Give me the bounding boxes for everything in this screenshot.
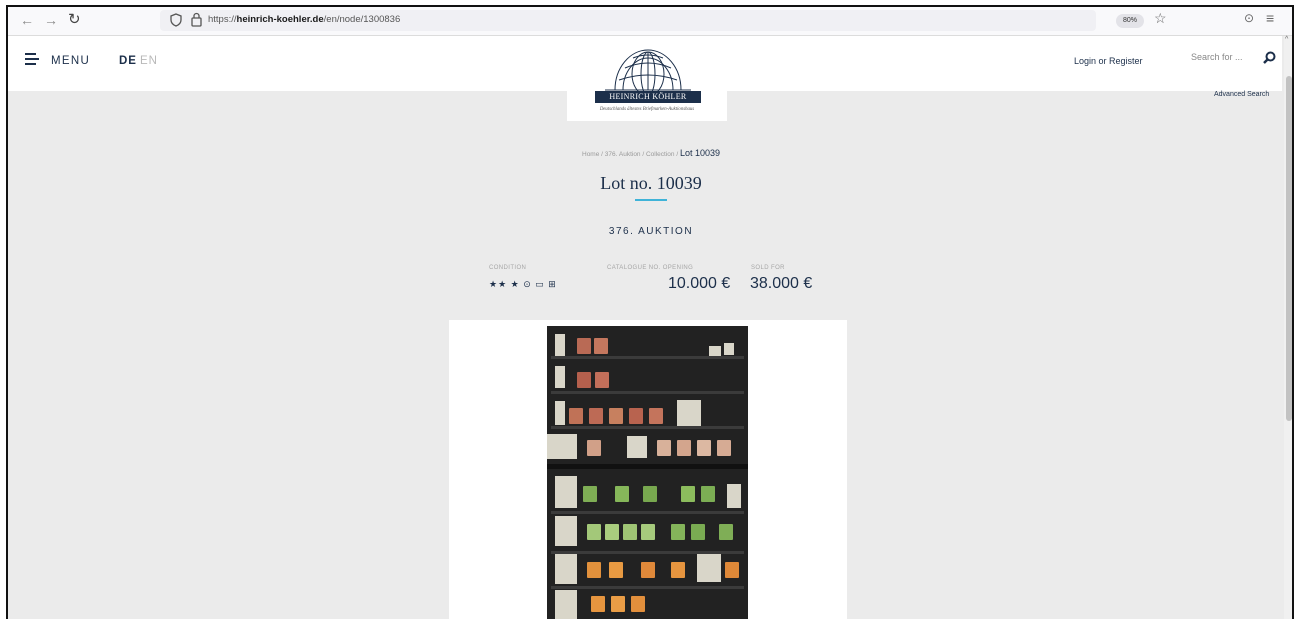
zoom-level-badge[interactable]: 80%: [1116, 14, 1144, 28]
auction-name: 376. AUKTION: [608, 226, 694, 237]
breadcrumb-item-auction[interactable]: 376. Auktion: [605, 151, 641, 158]
lock-icon[interactable]: [191, 12, 202, 27]
shield-icon[interactable]: [170, 13, 182, 27]
breadcrumb-item-collection[interactable]: Collection: [646, 151, 675, 158]
catalogue-label: CATALOGUE NO. OPENING: [607, 265, 694, 271]
address-bar[interactable]: https://heinrich-koehler.de/en/node/1300…: [160, 10, 1096, 31]
lot-image[interactable]: [547, 326, 748, 619]
page-scrollbar[interactable]: ^: [1284, 36, 1292, 619]
sold-price: 38.000 €: [750, 275, 813, 292]
browser-window: ← → ↻ https://heinrich-koehler.de/en/nod…: [6, 5, 1294, 619]
login-register-link[interactable]: Login or Register: [1074, 56, 1143, 66]
lot-image-panel: [449, 320, 847, 619]
logo-tagline: Deutschlands ältestes Briefmarken-Auktio…: [599, 107, 695, 112]
language-en-link[interactable]: EN: [140, 55, 158, 67]
scroll-thumb[interactable]: [1286, 76, 1292, 421]
sold-label: SOLD FOR: [751, 265, 785, 271]
menu-button[interactable]: MENU: [51, 55, 90, 67]
bookmark-star-icon[interactable]: ☆: [1154, 10, 1167, 27]
search-icon[interactable]: [1263, 51, 1276, 64]
browser-menu-icon[interactable]: ≡: [1266, 10, 1274, 26]
forward-arrow-icon[interactable]: →: [44, 10, 58, 30]
language-de-link[interactable]: DE: [119, 55, 137, 67]
browser-toolbar: ← → ↻ https://heinrich-koehler.de/en/nod…: [8, 7, 1292, 36]
hamburger-menu-icon[interactable]: [25, 53, 39, 68]
back-arrow-icon[interactable]: ←: [20, 10, 34, 30]
breadcrumb-current: Lot 10039: [679, 148, 720, 158]
pocket-icon[interactable]: ⊙: [1244, 11, 1254, 25]
reload-icon[interactable]: ↻: [68, 10, 81, 30]
page-title: Lot no. 10039: [600, 173, 702, 193]
url-text[interactable]: https://heinrich-koehler.de/en/node/1300…: [208, 14, 400, 25]
search-input[interactable]: [1191, 52, 1251, 62]
globe-logo-icon: [605, 49, 691, 92]
advanced-search-link[interactable]: Advanced Search: [1214, 91, 1269, 98]
site-logo[interactable]: HEINRICH KÖHLER Deutschlands ältestes Br…: [567, 36, 727, 121]
scroll-up-icon[interactable]: ^: [1285, 36, 1288, 43]
title-underline: [635, 199, 667, 201]
breadcrumb: Home / 376. Auktion / Collection / Lot 1…: [582, 148, 720, 158]
condition-symbols: ★★ ★ ⊙ ▭ ⊞: [489, 279, 557, 289]
logo-wordmark: HEINRICH KÖHLER: [595, 91, 701, 103]
opening-price: 10.000 €: [668, 275, 731, 292]
condition-label: CONDITION: [489, 265, 527, 271]
breadcrumb-item-home[interactable]: Home: [582, 151, 599, 158]
